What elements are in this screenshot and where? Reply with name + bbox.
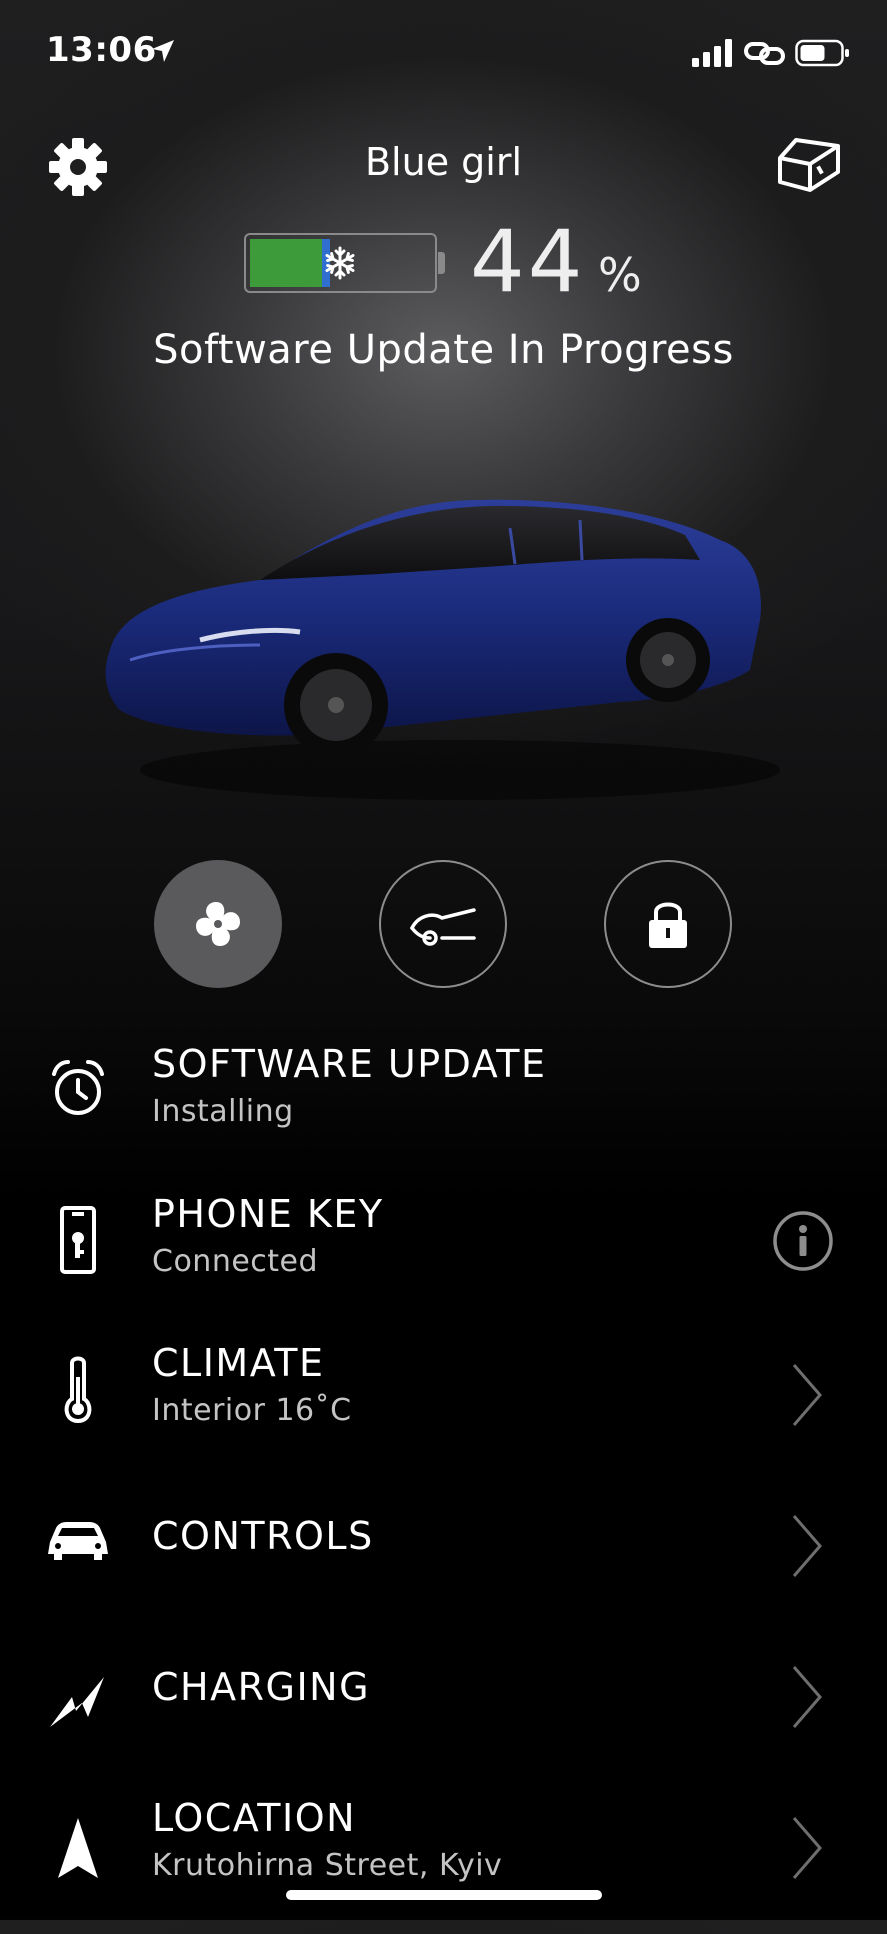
- car-icon: [48, 1522, 108, 1560]
- chevron-right-icon: [792, 1666, 822, 1728]
- cellular-signal-icon: [692, 39, 732, 67]
- menu-item-charging[interactable]: CHARGING: [0, 1633, 887, 1783]
- phone-key-icon: [60, 1206, 96, 1274]
- menu-title: CHARGING: [152, 1665, 371, 1709]
- menu-subtitle: Installing: [152, 1094, 294, 1129]
- alarm-clock-icon: [52, 1060, 104, 1115]
- info-icon[interactable]: [772, 1210, 834, 1272]
- climate-fan-button[interactable]: [154, 860, 282, 988]
- personal-hotspot-icon: [744, 42, 785, 65]
- trunk-button[interactable]: [379, 860, 507, 988]
- battery-terminal: [438, 252, 445, 274]
- vehicle-status-message: Software Update In Progress: [153, 327, 734, 373]
- menu-item-phone-key[interactable]: PHONE KEY Connected: [0, 1180, 887, 1330]
- lock-icon: [649, 902, 687, 948]
- navigation-arrow-icon: [58, 1818, 98, 1878]
- battery-charge-fill: [250, 239, 330, 287]
- menu-title: CLIMATE: [152, 1341, 325, 1385]
- location-services-icon: [152, 40, 174, 62]
- menu-subtitle: Krutohirna Street, Kyiv: [152, 1848, 503, 1883]
- chevron-right-icon: [792, 1515, 822, 1577]
- thermometer-icon: [64, 1356, 92, 1424]
- status-time: 13:06: [46, 30, 157, 70]
- fan-icon: [196, 902, 240, 946]
- trunk-open-icon: [410, 908, 476, 946]
- menu-title: CONTROLS: [152, 1514, 374, 1558]
- menu-subtitle: Interior 16˚C: [152, 1393, 352, 1428]
- snowflake-icon: [325, 246, 355, 280]
- menu-subtitle: Connected: [152, 1244, 319, 1279]
- menu-item-climate[interactable]: CLIMATE Interior 16˚C: [0, 1331, 887, 1481]
- car-name[interactable]: Blue girl: [0, 140, 887, 184]
- menu-item-controls[interactable]: CONTROLS: [0, 1482, 887, 1632]
- chevron-right-icon: [792, 1364, 822, 1426]
- menu-item-software-update[interactable]: SOFTWARE UPDATE Installing: [0, 1030, 887, 1180]
- chevron-right-icon: [792, 1817, 822, 1879]
- lock-button[interactable]: [604, 860, 732, 988]
- car-image: [105, 499, 780, 800]
- menu-title: PHONE KEY: [152, 1192, 384, 1236]
- home-indicator[interactable]: [286, 1890, 602, 1900]
- bolt-icon: [50, 1677, 104, 1727]
- device-battery-icon: [795, 39, 849, 67]
- battery-percent: 44: [470, 212, 586, 312]
- menu-title: LOCATION: [152, 1796, 357, 1840]
- battery-percent-sign: %: [598, 248, 642, 302]
- menu-item-location[interactable]: LOCATION Krutohirna Street, Kyiv: [0, 1784, 887, 1934]
- frunk-icon[interactable]: [774, 130, 844, 196]
- menu-title: SOFTWARE UPDATE: [152, 1042, 547, 1086]
